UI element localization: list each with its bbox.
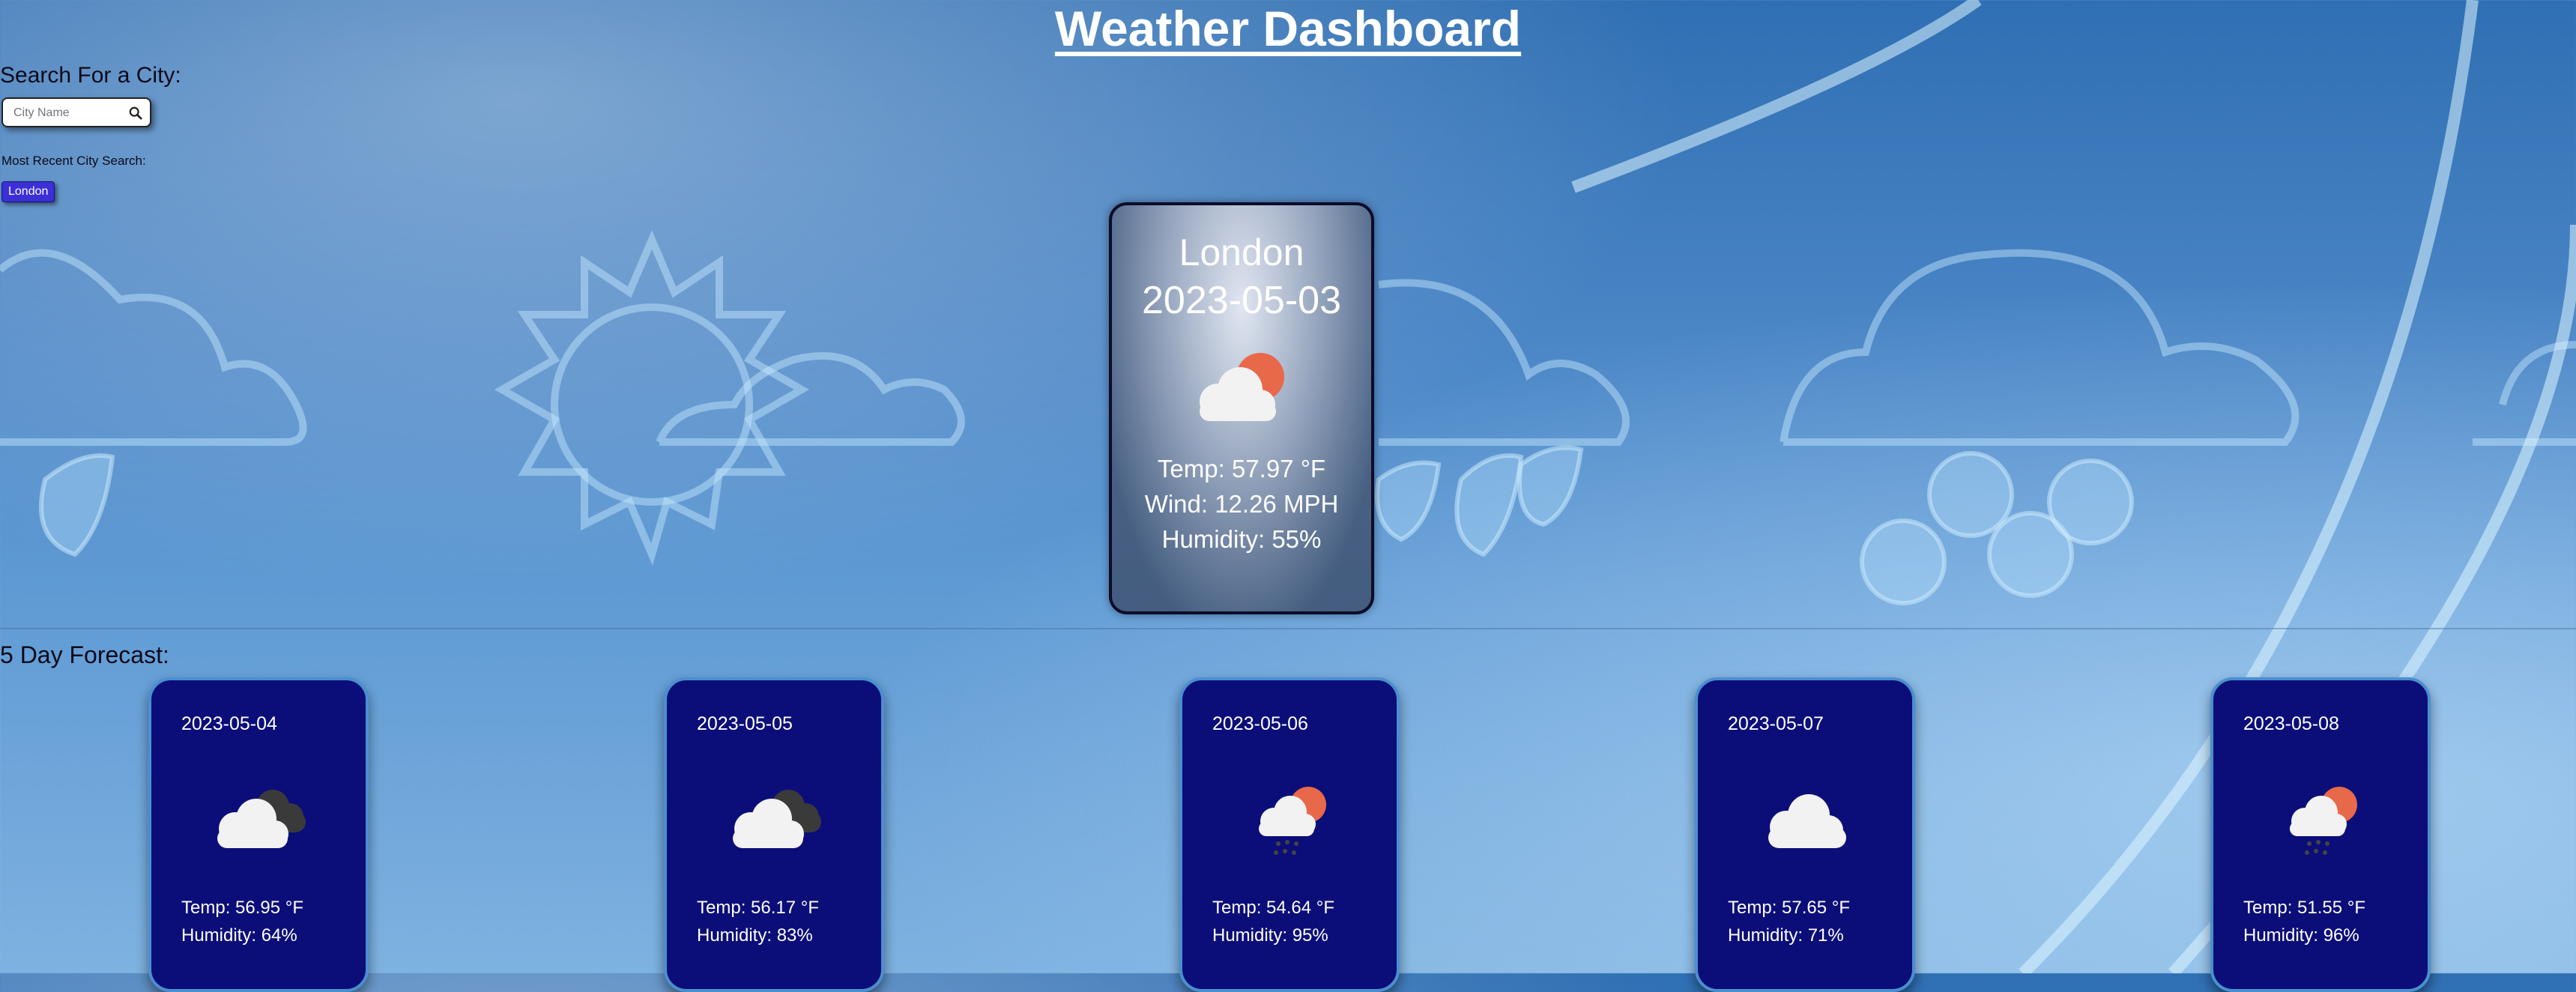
forecast-temp: Temp: 54.64 °F [1212, 898, 1335, 918]
forecast-humidity: Humidity: 96% [2243, 925, 2359, 946]
forecast-card: 2023-05-05 Temp: 56.17 °F Humidity: 83% [664, 677, 884, 992]
forecast-card: 2023-05-08 Temp: 51.55 °F Humidity: 96% [2210, 677, 2431, 992]
current-date: 2023-05-03 [1142, 279, 1341, 322]
sun-behind-cloud-icon [1200, 353, 1284, 421]
forecast-card: 2023-05-07 Temp: 57.65 °F Humidity: 71% [1695, 677, 1915, 992]
recent-search-label: Most Recent City Search: [1, 154, 146, 168]
current-temp: Temp: 57.97 °F [1157, 455, 1326, 483]
forecast-date: 2023-05-04 [181, 713, 277, 734]
cloud-icon [1768, 794, 1846, 848]
forecast-card: 2023-05-06 Temp: 54.64 °F Humidity: 95% [1179, 677, 1400, 992]
sun-cloud-rain-icon [1259, 787, 1326, 855]
broken-clouds-icon [217, 790, 306, 848]
search-input[interactable] [12, 103, 127, 123]
current-humidity: Humidity: 55% [1161, 525, 1322, 553]
forecast-humidity: Humidity: 64% [181, 925, 297, 946]
search-icon[interactable] [129, 106, 142, 120]
broken-clouds-icon [733, 790, 821, 848]
forecast-temp: Temp: 51.55 °F [2243, 898, 2366, 918]
forecast-temp: Temp: 56.95 °F [181, 898, 304, 918]
forecast-date: 2023-05-07 [1728, 713, 1824, 734]
current-city: London [1179, 232, 1304, 273]
page-title: Weather Dashboard [1054, 1, 1522, 56]
forecast-humidity: Humidity: 71% [1728, 925, 1844, 946]
forecast-date: 2023-05-05 [697, 713, 793, 734]
section-divider [0, 628, 2576, 629]
forecast-temp: Temp: 57.65 °F [1728, 898, 1851, 918]
forecast-temp: Temp: 56.17 °F [697, 898, 820, 918]
forecast-card: 2023-05-04 Temp: 56.95 °F Humidity: 64% [148, 677, 369, 992]
search-label: Search For a City: [0, 63, 181, 88]
current-wind: Wind: 12.26 MPH [1144, 490, 1339, 518]
forecast-humidity: Humidity: 83% [697, 925, 813, 946]
forecast-date: 2023-05-08 [2243, 713, 2339, 734]
forecast-humidity: Humidity: 95% [1212, 925, 1328, 946]
sun-cloud-rain-icon [2290, 787, 2357, 855]
forecast-label: 5 Day Forecast: [0, 641, 169, 668]
forecast-date: 2023-05-06 [1212, 713, 1308, 734]
recent-city-button[interactable]: London [1, 181, 55, 202]
current-weather-card: London 2023-05-03 Temp: 57.97 °F Wind: 1… [1109, 202, 1374, 614]
search-box[interactable] [1, 97, 151, 127]
